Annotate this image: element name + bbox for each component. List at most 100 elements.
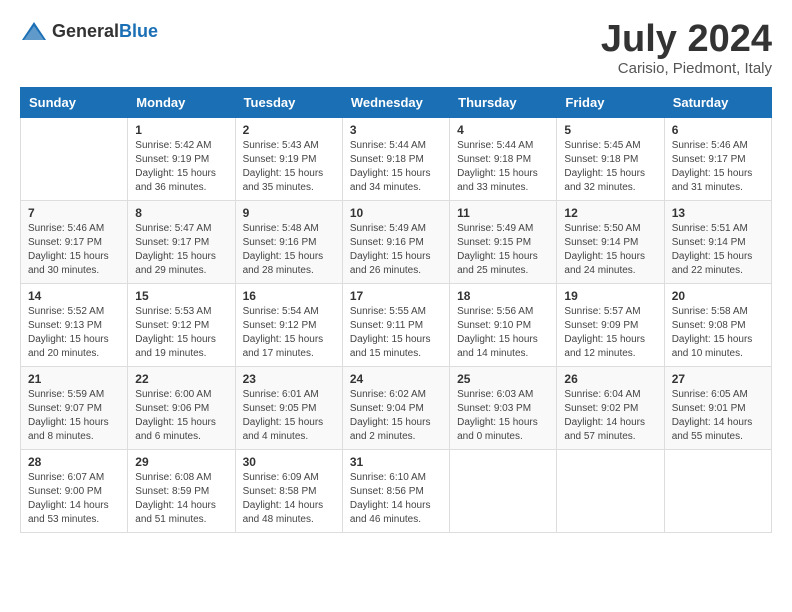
calendar-cell: 19 Sunrise: 5:57 AMSunset: 9:09 PMDayligh… [557,284,664,367]
day-number: 8 [135,206,227,220]
calendar-cell: 1 Sunrise: 5:42 AMSunset: 9:19 PMDaylight… [128,118,235,201]
day-info: Sunrise: 5:43 AMSunset: 9:19 PMDaylight:… [243,139,335,195]
day-number: 10 [350,206,442,220]
day-number: 16 [243,289,335,303]
calendar-cell: 12Sunrise: 5:50 AMSunset: 9:14 PMDayligh… [557,201,664,284]
page-header: GeneralBlue July 2024 Carisio, Piedmont,… [20,20,772,77]
day-info: Sunrise: 5:54 AMSunset: 9:12 PMDaylight:… [243,305,335,361]
day-info: Sunrise: 5:46 AMSunset: 9:17 PMDaylight:… [672,139,764,195]
calendar-cell: 28Sunrise: 6:07 AMSunset: 9:00 PMDayligh… [21,450,128,533]
day-number: 20 [672,289,764,303]
calendar-cell: 21Sunrise: 5:59 AMSunset: 9:07 PMDayligh… [21,367,128,450]
day-info: Sunrise: 5:52 AMSunset: 9:13 PMDaylight:… [28,305,120,361]
day-info: Sunrise: 6:10 AMSunset: 8:56 PMDaylight:… [350,471,442,527]
week-row-4: 21Sunrise: 5:59 AMSunset: 9:07 PMDayligh… [21,367,772,450]
calendar-cell [21,118,128,201]
calendar-cell: 9 Sunrise: 5:48 AMSunset: 9:16 PMDaylight… [235,201,342,284]
day-number: 28 [28,455,120,469]
day-number: 11 [457,206,549,220]
week-row-1: 1 Sunrise: 5:42 AMSunset: 9:19 PMDaylight… [21,118,772,201]
day-number: 24 [350,372,442,386]
day-info: Sunrise: 5:46 AMSunset: 9:17 PMDaylight:… [28,222,120,278]
calendar-cell: 6 Sunrise: 5:46 AMSunset: 9:17 PMDaylight… [664,118,771,201]
column-header-saturday: Saturday [664,88,771,118]
day-info: Sunrise: 5:57 AMSunset: 9:09 PMDaylight:… [564,305,656,361]
calendar-cell: 30Sunrise: 6:09 AMSunset: 8:58 PMDayligh… [235,450,342,533]
calendar-cell: 11 Sunrise: 5:49 AMSunset: 9:15 PMDayligh… [450,201,557,284]
calendar-cell: 23 Sunrise: 6:01 AMSunset: 9:05 PMDayligh… [235,367,342,450]
location-subtitle: Carisio, Piedmont, Italy [601,60,772,77]
calendar-cell: 27 Sunrise: 6:05 AMSunset: 9:01 PMDayligh… [664,367,771,450]
calendar-cell: 20 Sunrise: 5:58 AMSunset: 9:08 PMDayligh… [664,284,771,367]
week-row-5: 28Sunrise: 6:07 AMSunset: 9:00 PMDayligh… [21,450,772,533]
day-info: Sunrise: 5:58 AMSunset: 9:08 PMDaylight:… [672,305,764,361]
header-row: SundayMondayTuesdayWednesdayThursdayFrid… [21,88,772,118]
day-info: Sunrise: 6:00 AMSunset: 9:06 PMDaylight:… [135,388,227,444]
day-number: 22 [135,372,227,386]
title-section: July 2024 Carisio, Piedmont, Italy [601,20,772,77]
calendar-cell: 24Sunrise: 6:02 AMSunset: 9:04 PMDayligh… [342,367,449,450]
logo-text-general: General [52,21,119,41]
day-number: 6 [672,123,764,137]
week-row-2: 7 Sunrise: 5:46 AMSunset: 9:17 PMDaylight… [21,201,772,284]
column-header-sunday: Sunday [21,88,128,118]
day-number: 9 [243,206,335,220]
day-number: 26 [564,372,656,386]
day-number: 17 [350,289,442,303]
logo-icon [20,20,48,44]
day-number: 15 [135,289,227,303]
calendar-cell: 22 Sunrise: 6:00 AMSunset: 9:06 PMDayligh… [128,367,235,450]
day-number: 31 [350,455,442,469]
calendar-cell: 13Sunrise: 5:51 AMSunset: 9:14 PMDayligh… [664,201,771,284]
calendar-cell: 16 Sunrise: 5:54 AMSunset: 9:12 PMDayligh… [235,284,342,367]
day-info: Sunrise: 6:03 AMSunset: 9:03 PMDaylight:… [457,388,549,444]
calendar-cell: 2 Sunrise: 5:43 AMSunset: 9:19 PMDaylight… [235,118,342,201]
day-number: 30 [243,455,335,469]
calendar-table: SundayMondayTuesdayWednesdayThursdayFrid… [20,87,772,533]
day-info: Sunrise: 6:05 AMSunset: 9:01 PMDaylight:… [672,388,764,444]
day-info: Sunrise: 5:49 AMSunset: 9:15 PMDaylight:… [457,222,549,278]
day-number: 19 [564,289,656,303]
day-info: Sunrise: 6:01 AMSunset: 9:05 PMDaylight:… [243,388,335,444]
day-number: 25 [457,372,549,386]
calendar-cell: 8 Sunrise: 5:47 AMSunset: 9:17 PMDaylight… [128,201,235,284]
day-number: 23 [243,372,335,386]
calendar-cell: 3 Sunrise: 5:44 AMSunset: 9:18 PMDaylight… [342,118,449,201]
week-row-3: 14 Sunrise: 5:52 AMSunset: 9:13 PMDayligh… [21,284,772,367]
calendar-cell [557,450,664,533]
column-header-wednesday: Wednesday [342,88,449,118]
month-title: July 2024 [601,20,772,58]
day-info: Sunrise: 5:53 AMSunset: 9:12 PMDaylight:… [135,305,227,361]
column-header-friday: Friday [557,88,664,118]
day-info: Sunrise: 5:44 AMSunset: 9:18 PMDaylight:… [350,139,442,195]
calendar-cell: 31 Sunrise: 6:10 AMSunset: 8:56 PMDayligh… [342,450,449,533]
day-number: 29 [135,455,227,469]
calendar-cell: 4Sunrise: 5:44 AMSunset: 9:18 PMDaylight… [450,118,557,201]
day-number: 2 [243,123,335,137]
day-info: Sunrise: 5:48 AMSunset: 9:16 PMDaylight:… [243,222,335,278]
calendar-cell: 25 Sunrise: 6:03 AMSunset: 9:03 PMDayligh… [450,367,557,450]
day-number: 5 [564,123,656,137]
day-number: 3 [350,123,442,137]
calendar-cell: 5Sunrise: 5:45 AMSunset: 9:18 PMDaylight… [557,118,664,201]
calendar-cell [450,450,557,533]
day-info: Sunrise: 5:49 AMSunset: 9:16 PMDaylight:… [350,222,442,278]
day-info: Sunrise: 5:44 AMSunset: 9:18 PMDaylight:… [457,139,549,195]
calendar-cell: 10 Sunrise: 5:49 AMSunset: 9:16 PMDayligh… [342,201,449,284]
day-number: 12 [564,206,656,220]
day-number: 1 [135,123,227,137]
calendar-cell: 17 Sunrise: 5:55 AMSunset: 9:11 PMDayligh… [342,284,449,367]
calendar-cell: 29Sunrise: 6:08 AMSunset: 8:59 PMDayligh… [128,450,235,533]
day-info: Sunrise: 5:59 AMSunset: 9:07 PMDaylight:… [28,388,120,444]
day-number: 14 [28,289,120,303]
logo-text-blue: Blue [119,21,158,41]
day-number: 18 [457,289,549,303]
day-number: 27 [672,372,764,386]
day-number: 7 [28,206,120,220]
day-info: Sunrise: 5:47 AMSunset: 9:17 PMDaylight:… [135,222,227,278]
calendar-cell: 7 Sunrise: 5:46 AMSunset: 9:17 PMDaylight… [21,201,128,284]
column-header-monday: Monday [128,88,235,118]
day-info: Sunrise: 5:42 AMSunset: 9:19 PMDaylight:… [135,139,227,195]
day-info: Sunrise: 5:55 AMSunset: 9:11 PMDaylight:… [350,305,442,361]
calendar-cell [664,450,771,533]
